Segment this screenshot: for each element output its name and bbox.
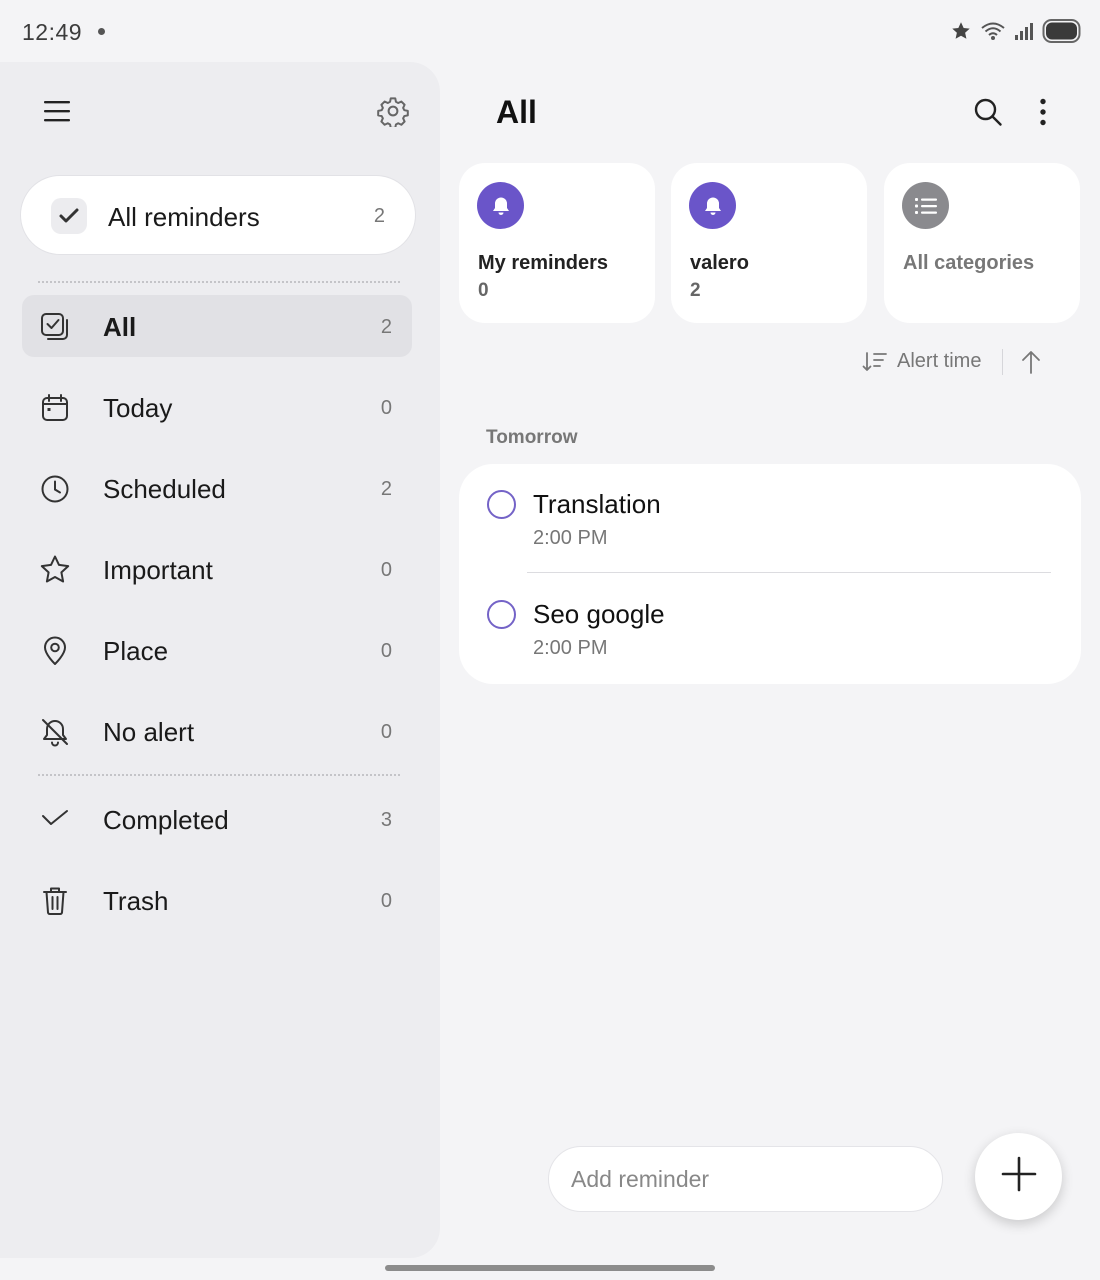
reminder-checkbox[interactable] <box>487 600 516 629</box>
arrow-up-icon[interactable] <box>1018 348 1044 381</box>
sidebar-item-label: No alert <box>103 717 195 747</box>
status-time: 12:49 <box>22 19 83 45</box>
checkmark-icon <box>38 803 72 837</box>
sidebar-item-count: 0 <box>380 721 392 743</box>
sidebar-divider <box>38 774 400 776</box>
sidebar-item-scheduled[interactable]: Scheduled 2 <box>22 457 412 519</box>
reminder-title: Translation <box>533 489 661 519</box>
trash-icon <box>38 884 72 918</box>
sidebar-item-count: 3 <box>380 809 392 831</box>
sidebar-item-trash[interactable]: Trash 0 <box>22 869 412 931</box>
all-reminders-selector[interactable]: All reminders 2 <box>20 175 416 255</box>
sidebar-item-important[interactable]: Important 0 <box>22 538 412 600</box>
clock-icon <box>38 472 72 506</box>
search-icon <box>973 97 1003 132</box>
category-card-my-reminders[interactable]: My reminders 0 <box>459 163 655 323</box>
signal-icon <box>1014 21 1034 41</box>
sidebar-item-today[interactable]: Today 0 <box>22 376 412 438</box>
status-icons <box>950 18 1082 44</box>
home-indicator[interactable] <box>385 1265 715 1271</box>
sort-label[interactable]: Alert time <box>897 350 981 373</box>
sidebar-item-count: 0 <box>380 559 392 581</box>
location-pin-icon <box>38 634 72 668</box>
sidebar: All reminders 2 All 2 Today 0 Scheduled … <box>0 62 440 1258</box>
sort-separator <box>1002 349 1003 375</box>
list-icon <box>902 182 949 229</box>
category-card-all-categories[interactable]: All categories <box>884 163 1080 323</box>
reminder-title: Seo google <box>533 599 665 629</box>
add-reminder-input[interactable] <box>548 1146 943 1212</box>
page-title: All <box>496 94 537 130</box>
category-card-valero[interactable]: valero 2 <box>671 163 867 323</box>
menu-button[interactable] <box>36 92 78 134</box>
all-tasks-icon <box>38 310 72 344</box>
sidebar-item-count: 2 <box>380 316 392 338</box>
more-vertical-icon <box>1039 98 1047 131</box>
reminder-time: 2:00 PM <box>533 637 608 659</box>
sidebar-item-label: Scheduled <box>103 474 226 504</box>
notification-dot-icon <box>98 28 105 35</box>
sidebar-item-label: All <box>103 312 137 342</box>
sidebar-item-count: 0 <box>380 890 392 912</box>
bell-off-icon <box>38 715 72 749</box>
calendar-icon <box>38 391 72 425</box>
category-name: My reminders <box>478 252 609 274</box>
sidebar-item-count: 0 <box>380 397 392 419</box>
sidebar-item-label: Completed <box>103 805 229 835</box>
reminder-time: 2:00 PM <box>533 527 608 549</box>
category-name: All categories <box>903 252 1035 274</box>
reminder-list: Translation 2:00 PM Seo google 2:00 PM <box>459 464 1081 684</box>
gear-icon <box>377 95 409 132</box>
sidebar-item-completed[interactable]: Completed 3 <box>22 788 412 850</box>
sort-icon[interactable] <box>862 350 888 379</box>
star-status-icon <box>950 20 972 42</box>
sidebar-item-count: 2 <box>380 478 392 500</box>
settings-button[interactable] <box>372 92 414 134</box>
category-count: 0 <box>478 280 489 301</box>
all-reminders-label: All reminders <box>108 202 260 232</box>
add-reminder-button[interactable] <box>975 1133 1062 1220</box>
reminder-divider <box>527 572 1051 573</box>
hamburger-icon <box>43 99 71 128</box>
sidebar-item-label: Trash <box>103 886 169 916</box>
star-icon <box>38 553 72 587</box>
status-bar: 12:49 <box>0 0 1100 62</box>
bell-icon <box>689 182 736 229</box>
reminder-checkbox[interactable] <box>487 490 516 519</box>
wifi-icon <box>980 20 1006 42</box>
sidebar-item-place[interactable]: Place 0 <box>22 619 412 681</box>
sidebar-item-count: 0 <box>380 640 392 662</box>
bell-icon <box>477 182 524 229</box>
reminder-item[interactable]: Translation 2:00 PM <box>459 464 1081 574</box>
sidebar-item-no-alert[interactable]: No alert 0 <box>22 700 412 762</box>
plus-icon <box>1001 1156 1037 1197</box>
sidebar-divider <box>38 281 400 283</box>
section-header: Tomorrow <box>486 427 578 448</box>
category-name: valero <box>690 252 749 274</box>
battery-icon <box>1042 18 1082 44</box>
search-button[interactable] <box>966 92 1010 136</box>
category-count: 2 <box>690 280 701 301</box>
sidebar-item-label: Important <box>103 555 213 585</box>
all-reminders-count: 2 <box>373 205 385 227</box>
sidebar-item-all[interactable]: All 2 <box>22 295 412 357</box>
reminder-item[interactable]: Seo google 2:00 PM <box>459 574 1081 684</box>
sidebar-item-label: Today <box>103 393 173 423</box>
more-options-button[interactable] <box>1024 92 1062 136</box>
sort-bar: Alert time <box>860 345 1050 379</box>
checkbox-icon <box>51 198 87 234</box>
sidebar-item-label: Place <box>103 636 169 666</box>
